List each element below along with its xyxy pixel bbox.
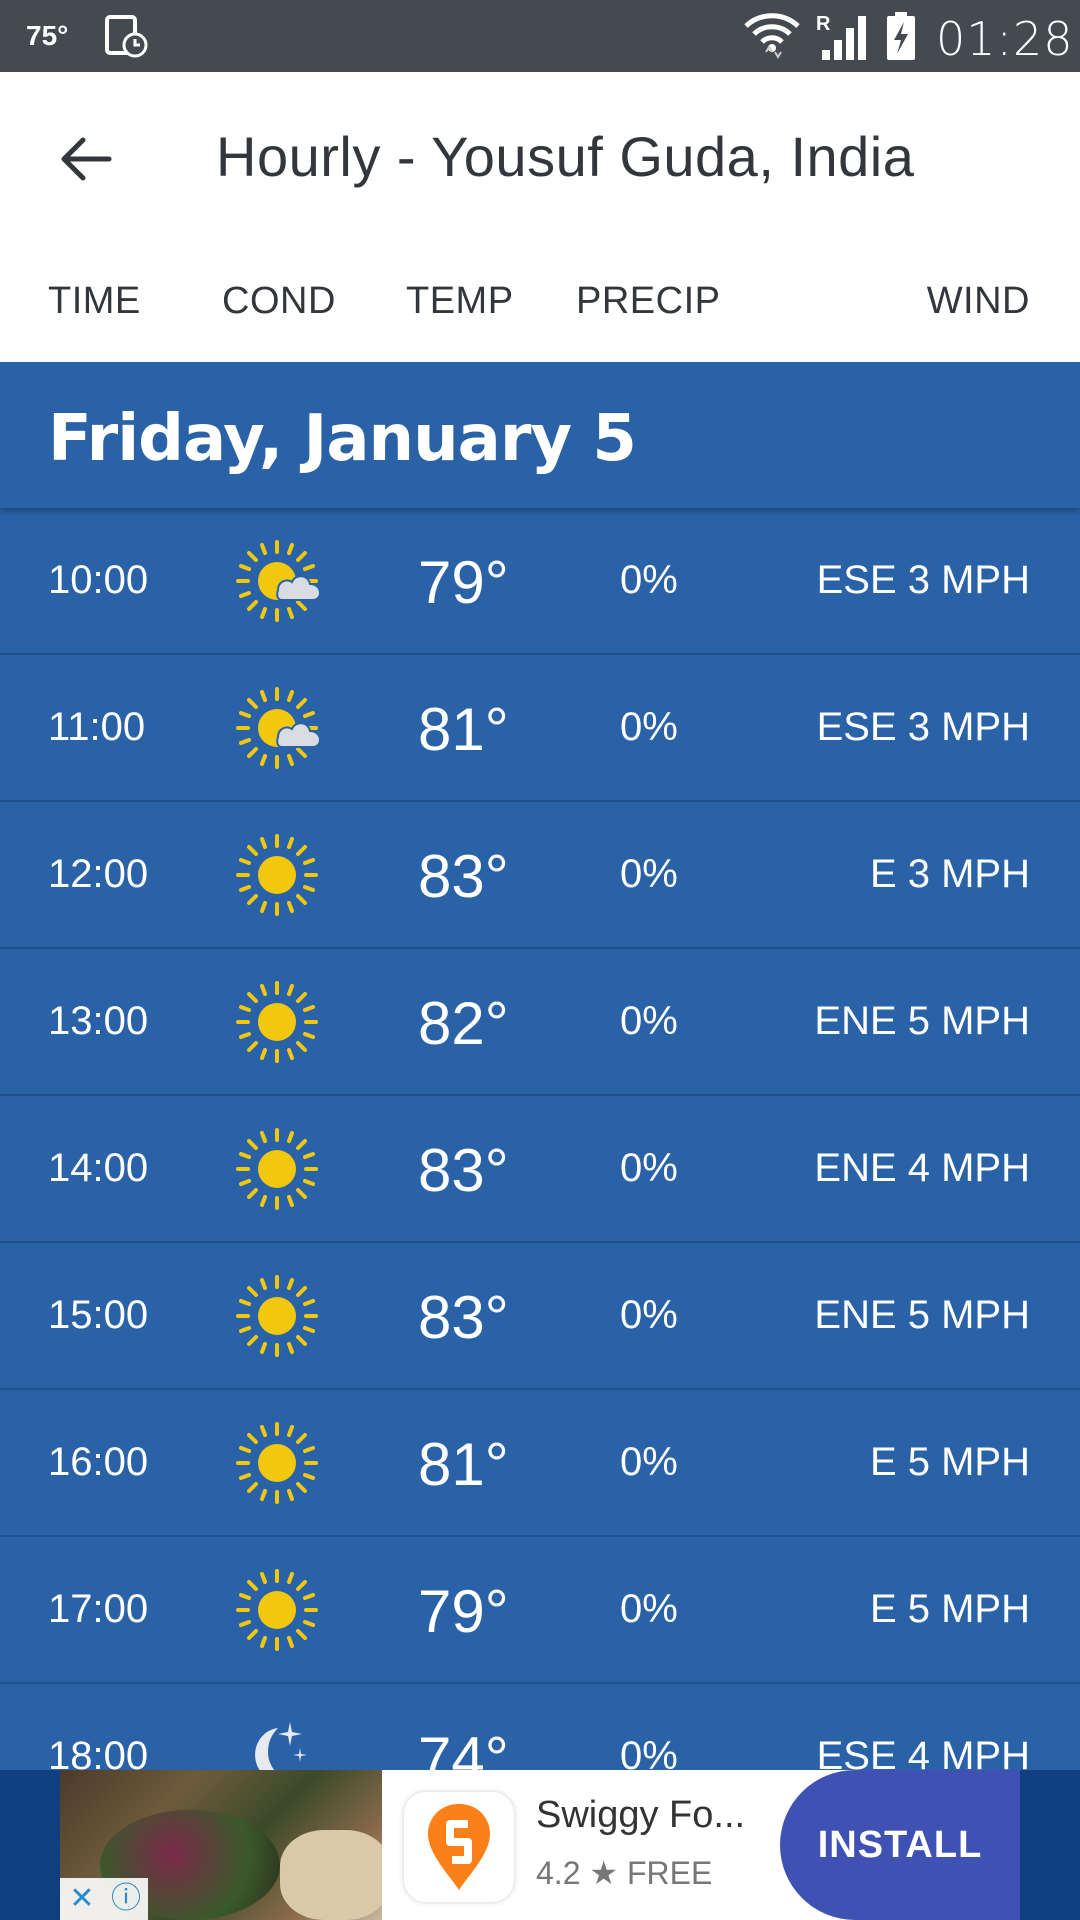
install-button[interactable]: INSTALL <box>780 1770 1020 1920</box>
row-precip: 0% <box>620 1293 678 1337</box>
column-header-temp: TEMP <box>406 280 514 322</box>
row-precip: 0% <box>620 1440 678 1484</box>
ad-rating-value: 4.2 <box>536 1855 581 1891</box>
battery-charging-icon <box>887 12 915 60</box>
hourly-row[interactable]: 14:00 83° 0% ENE 4 MPH <box>0 1096 1080 1243</box>
row-time: 17:00 <box>48 1587 149 1631</box>
screen-timer-icon <box>105 15 148 58</box>
partly-sunny-icon <box>234 685 320 771</box>
wifi-icon <box>744 13 800 59</box>
swiggy-logo-icon <box>404 1792 514 1902</box>
row-wind: E 3 MPH <box>869 852 1030 896</box>
svg-text:R: R <box>816 13 831 35</box>
column-header-time: TIME <box>48 280 141 322</box>
day-header: Friday, January 5 <box>0 362 1080 508</box>
close-icon[interactable]: ✕ <box>60 1878 104 1920</box>
row-wind: ENE 5 MPH <box>814 999 1030 1043</box>
hourly-row[interactable]: 15:00 83° 0% ENE 5 MPH <box>0 1243 1080 1390</box>
hourly-row[interactable]: 10:00 79° 0% ESE 3 MPH <box>0 508 1080 655</box>
status-temperature: 75° <box>26 20 69 51</box>
ad-price: FREE <box>626 1855 713 1891</box>
row-precip: 0% <box>620 1587 678 1631</box>
row-precip: 0% <box>620 558 678 602</box>
row-time: 16:00 <box>48 1440 149 1484</box>
back-button[interactable] <box>50 124 120 194</box>
row-precip: 0% <box>620 999 678 1043</box>
row-temp: 81° <box>418 1431 509 1498</box>
arrow-left-icon <box>61 137 112 181</box>
partly-sunny-icon <box>234 538 320 624</box>
sunny-icon <box>236 1422 318 1504</box>
row-temp: 79° <box>418 549 509 616</box>
row-precip: 0% <box>620 1734 678 1770</box>
clear-night-icon <box>255 1722 307 1770</box>
row-precip: 0% <box>620 1146 678 1190</box>
row-wind: ENE 4 MPH <box>814 1146 1030 1190</box>
row-time: 14:00 <box>48 1146 149 1190</box>
row-temp: 83° <box>418 843 509 910</box>
row-precip: 0% <box>620 705 678 749</box>
hourly-row[interactable]: 18:00 74° 0% ESE 4 MPH <box>0 1684 1080 1770</box>
row-temp: 74° <box>418 1725 509 1770</box>
row-temp: 83° <box>418 1137 509 1204</box>
signal-icon: R <box>816 13 866 60</box>
info-icon[interactable]: ⓘ <box>104 1878 148 1920</box>
row-precip: 0% <box>620 852 678 896</box>
row-wind: ESE 4 MPH <box>816 1734 1030 1770</box>
row-temp: 83° <box>418 1284 509 1351</box>
sunny-icon <box>236 1275 318 1357</box>
row-time: 13:00 <box>48 999 149 1043</box>
hourly-row[interactable]: 13:00 82° 0% ENE 5 MPH <box>0 949 1080 1096</box>
ad-app-name: Swiggy Fo... <box>536 1794 746 1836</box>
row-wind: ENE 5 MPH <box>814 1293 1030 1337</box>
row-temp: 82° <box>418 990 509 1057</box>
row-time: 10:00 <box>48 558 149 602</box>
ad-rating: 4.2 ★ FREE <box>536 1854 712 1892</box>
column-header-cond: COND <box>222 280 336 322</box>
day-label: Friday, January 5 <box>48 402 637 476</box>
row-temp: 81° <box>418 696 509 763</box>
sunny-icon <box>236 1569 318 1651</box>
column-header-wind: WIND <box>926 280 1030 322</box>
row-wind: E 5 MPH <box>869 1440 1030 1484</box>
hourly-row[interactable]: 12:00 83° 0% E 3 MPH <box>0 802 1080 949</box>
row-temp: 79° <box>418 1578 509 1645</box>
ad-banner[interactable]: ✕ ⓘ Swiggy Fo... 4.2 ★ FREE INSTALL <box>0 1770 1080 1920</box>
row-wind: ESE 3 MPH <box>816 558 1030 602</box>
row-time: 12:00 <box>48 852 149 896</box>
hourly-row[interactable]: 16:00 81° 0% E 5 MPH <box>0 1390 1080 1537</box>
sunny-icon <box>236 834 318 916</box>
hourly-row[interactable]: 11:00 81° 0% ESE 3 MPH <box>0 655 1080 802</box>
row-time: 18:00 <box>48 1734 149 1770</box>
star-icon: ★ <box>589 1855 619 1891</box>
row-time: 15:00 <box>48 1293 149 1337</box>
app-bar: Hourly - Yousuf Guda, India TIME COND TE… <box>0 72 1080 362</box>
status-bar: 75° R 01:28 <box>0 0 1080 72</box>
column-header-precip: PRECIP <box>576 280 721 322</box>
sunny-icon <box>236 1128 318 1210</box>
hourly-row[interactable]: 17:00 79° 0% E 5 MPH <box>0 1537 1080 1684</box>
page-title: Hourly - Yousuf Guda, India <box>216 125 915 188</box>
sunny-icon <box>236 981 318 1063</box>
status-time: 01:28 <box>936 12 1074 66</box>
row-time: 11:00 <box>48 705 146 749</box>
hourly-list[interactable]: 10:00 79° 0% ESE 3 MPH 11:00 81° 0% ESE … <box>0 508 1080 1770</box>
row-wind: ESE 3 MPH <box>816 705 1030 749</box>
ad-choices[interactable]: ✕ ⓘ <box>60 1878 148 1920</box>
row-wind: E 5 MPH <box>869 1587 1030 1631</box>
